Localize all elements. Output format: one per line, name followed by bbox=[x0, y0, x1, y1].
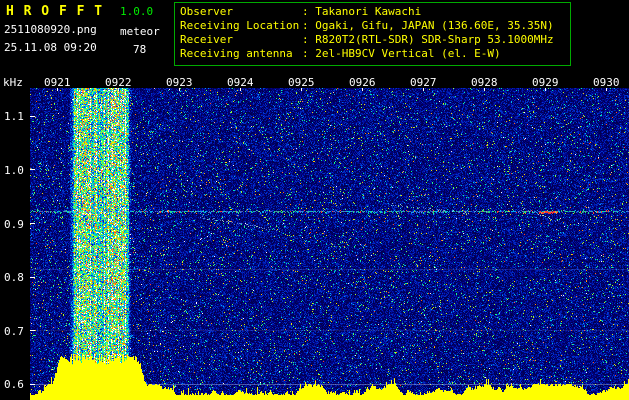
freq-tick-label-0-6: 0.6 bbox=[4, 378, 24, 391]
info-label-observer: Observer bbox=[180, 5, 233, 18]
info-value-observer: : Takanori Kawachi bbox=[302, 5, 422, 18]
meteor-count: 78 bbox=[133, 43, 147, 56]
freq-tick-label-0-7: 0.7 bbox=[4, 325, 24, 338]
info-row-location: Receiving Location: Ogaki, Gifu, JAPAN (… bbox=[180, 19, 570, 33]
station-info-box: Observer : Takanori Kawachi Receiving Loc… bbox=[174, 2, 571, 66]
hrofft-screen: H R O F F T 1.0.0 2511080920.png meteor … bbox=[0, 0, 629, 400]
info-value-location: : Ogaki, Gifu, JAPAN (136.60E, 35.35N) bbox=[302, 19, 554, 32]
info-value-antenna: : 2el-HB9CV Vertical (el. E-W) bbox=[302, 47, 501, 60]
freq-tick-label-0-9: 0.9 bbox=[4, 218, 24, 231]
info-label-receiver: Receiver bbox=[180, 33, 233, 46]
freq-tick-label-1-0: 1.0 bbox=[4, 164, 24, 177]
info-row-receiver: Receiver : R820T2(RTL-SDR) SDR-Sharp 53.1… bbox=[180, 33, 570, 47]
info-label-location: Receiving Location bbox=[180, 19, 300, 32]
output-filename: 2511080920.png bbox=[4, 23, 97, 36]
info-value-receiver: : R820T2(RTL-SDR) SDR-Sharp 53.1000MHz bbox=[302, 33, 554, 46]
freq-unit-label: kHz bbox=[3, 76, 23, 89]
info-row-antenna: Receiving antenna : 2el-HB9CV Vertical (e… bbox=[180, 47, 570, 61]
freq-tick-label-1-1: 1.1 bbox=[4, 110, 24, 123]
mode-label: meteor bbox=[120, 25, 160, 38]
info-label-antenna: Receiving antenna bbox=[180, 47, 293, 60]
spectrogram-canvas bbox=[30, 88, 629, 400]
app-version: 1.0.0 bbox=[120, 5, 154, 18]
app-title: H R O F F T bbox=[6, 4, 104, 19]
freq-tick-label-0-8: 0.8 bbox=[4, 271, 24, 284]
info-row-observer: Observer : Takanori Kawachi bbox=[180, 5, 570, 19]
datetime-label: 25.11.08 09:20 bbox=[4, 41, 97, 54]
